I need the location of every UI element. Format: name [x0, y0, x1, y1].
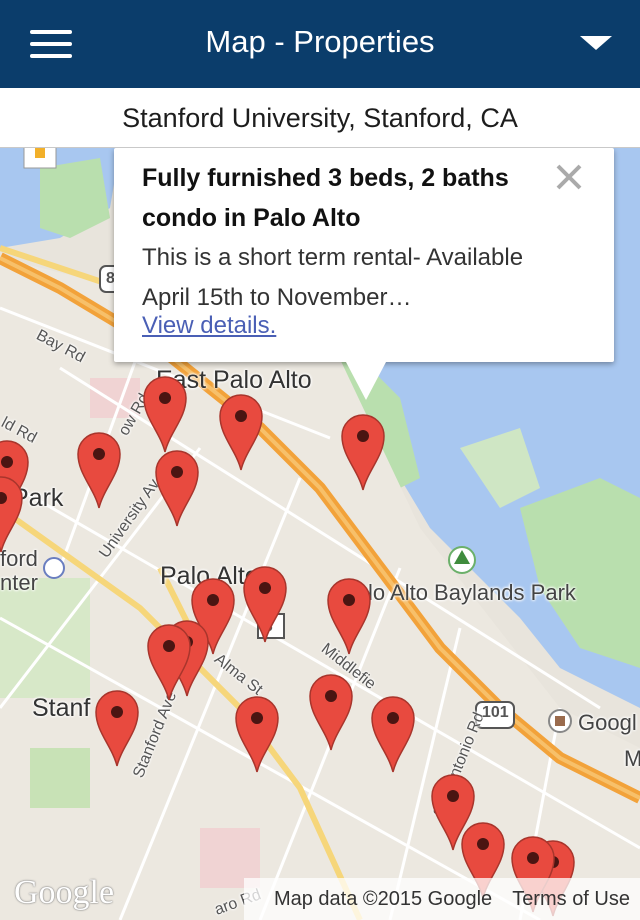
map-label-stanford: Stanf [32, 694, 91, 722]
page-title: Map - Properties [205, 24, 435, 59]
popup-title: Fully furnished 3 beds, 2 baths condo in… [142, 164, 509, 232]
terms-of-use-link[interactable]: Terms of Use [512, 888, 630, 910]
map-marker-icon[interactable] [326, 576, 372, 656]
google-logo: Google [14, 874, 115, 911]
highway-shield-101: 101 [482, 704, 509, 721]
location-text: Stanford University, Stanford, CA [122, 103, 518, 133]
map-label-google-poi: Googl [578, 710, 637, 735]
location-bar[interactable]: Stanford University, Stanford, CA [0, 88, 640, 148]
map-marker-icon[interactable] [154, 448, 200, 528]
map-marker-icon[interactable] [76, 430, 122, 510]
map-data-text: Map data ©2015 Google [273, 888, 493, 910]
popup-description: This is a short term rental- Available A… [142, 244, 524, 311]
view-details-link[interactable]: View details. [142, 312, 276, 340]
map-marker-icon[interactable] [340, 412, 386, 492]
map-marker-icon[interactable] [242, 564, 288, 644]
map-marker-icon[interactable] [234, 694, 280, 774]
map-marker-icon[interactable] [146, 622, 192, 702]
map-label-m: M [624, 746, 640, 771]
map-marker-icon[interactable] [94, 688, 140, 768]
chevron-down-icon[interactable] [580, 36, 612, 50]
map-marker-icon[interactable] [142, 374, 188, 454]
map-label-baylands-park: lo Alto Baylands Park [368, 580, 576, 605]
map-marker-icon[interactable] [218, 392, 264, 472]
map-marker-icon[interactable] [308, 672, 354, 752]
map-marker-icon[interactable] [0, 474, 24, 554]
map-marker-icon[interactable] [370, 694, 416, 774]
info-window[interactable]: Fully furnished 3 beds, 2 baths condo in… [114, 148, 614, 362]
map-label-nter: nter [0, 570, 38, 595]
info-window-pointer [346, 362, 386, 400]
map-view[interactable]: East Palo Alto Palo Alto lo Alto Bayland… [0, 148, 640, 920]
close-icon[interactable] [554, 162, 584, 192]
map-attribution: Map data ©2015 Google Terms of Use [243, 878, 640, 920]
app-header: Map - Properties [0, 0, 640, 88]
